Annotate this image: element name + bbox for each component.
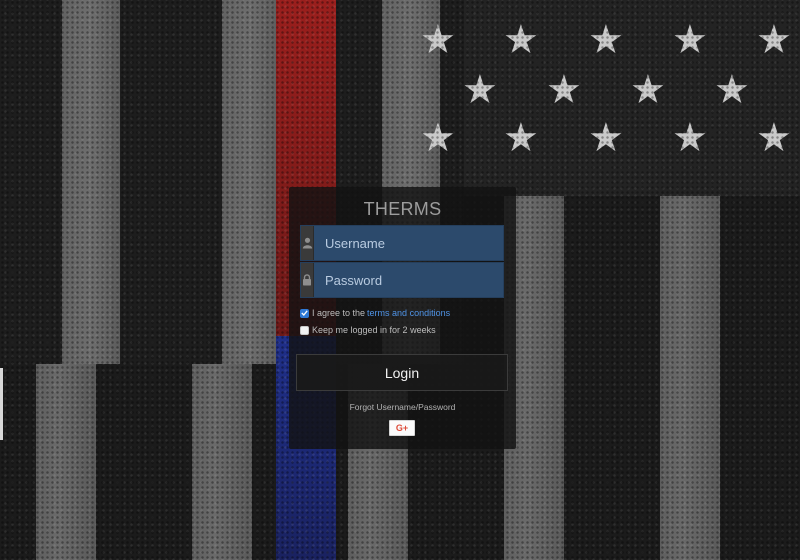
password-field-group	[300, 262, 504, 298]
checkmark-icon	[301, 310, 308, 316]
agree-terms-label: I agree to the	[312, 308, 366, 318]
forgot-credentials-link[interactable]: Forgot Username/Password	[289, 402, 516, 412]
username-input[interactable]	[314, 226, 503, 260]
remember-me-row: Keep me logged in for 2 weeks	[300, 325, 436, 335]
agree-terms-checkbox[interactable]	[300, 308, 309, 318]
terms-link[interactable]: terms and conditions	[367, 308, 450, 318]
agree-terms-row: I agree to the terms and conditions	[300, 308, 450, 318]
password-input[interactable]	[314, 263, 503, 297]
remember-me-checkbox[interactable]	[300, 325, 309, 335]
login-button[interactable]: Login	[296, 354, 508, 391]
user-icon	[301, 226, 314, 260]
username-field-group	[300, 225, 504, 261]
google-plus-button[interactable]: G+	[389, 420, 415, 436]
edge-mark	[0, 368, 3, 440]
app-title: THERMS	[363, 199, 442, 219]
lock-icon	[301, 263, 314, 297]
login-panel: THERMS I agree to the terms and conditio…	[289, 187, 516, 449]
remember-me-label: Keep me logged in for 2 weeks	[312, 325, 436, 335]
